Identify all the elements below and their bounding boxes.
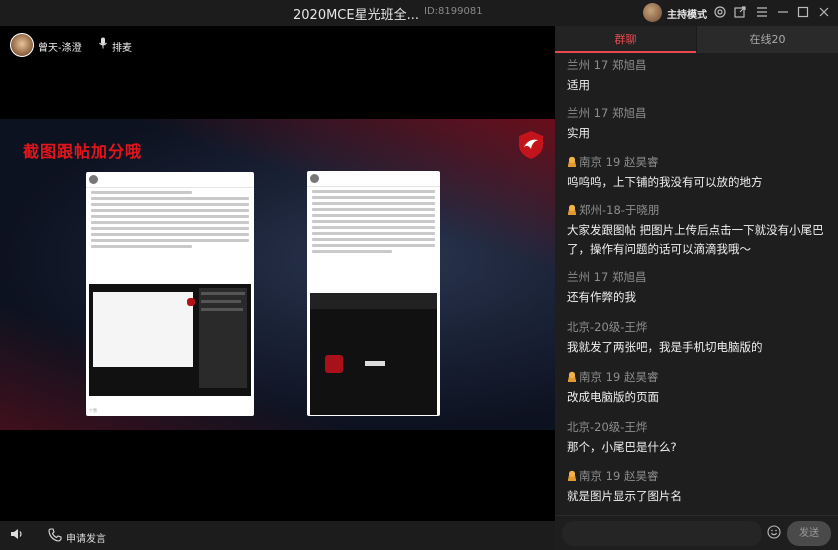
message-author: 南京 19 赵昊睿 xyxy=(567,154,829,170)
message-author: 北京-20级-王烨 xyxy=(567,420,648,434)
teacher-badge-icon xyxy=(567,470,577,481)
tab-group-chat[interactable]: 群聊 xyxy=(555,26,696,53)
slide-title: 截图跟帖加分哦 xyxy=(23,142,143,161)
teacher-badge-icon xyxy=(567,156,577,167)
message-author: 郑州-18-于晓朋 xyxy=(567,202,829,218)
teacher-badge-icon xyxy=(567,204,577,215)
queue-mic-button[interactable]: 排麦 xyxy=(112,39,132,54)
message-author: 南京 19 赵昊睿 xyxy=(567,468,829,484)
message-text: 还有作弊的我 xyxy=(567,290,636,304)
message-item: 兰州 17 郑旭昌 实用 xyxy=(567,105,829,143)
message-author: 兰州 17 郑旭昌 xyxy=(567,270,647,284)
message-author: 兰州 17 郑旭昌 xyxy=(567,58,647,72)
chat-input[interactable] xyxy=(562,521,762,546)
message-item: 北京-20级-王烨 我就发了两张吧，我是手机切电脑版的 xyxy=(567,319,829,357)
card-footer: 个赞 xyxy=(89,408,97,413)
message-item: 南京 19 赵昊睿 改成电脑版的页面 xyxy=(567,369,829,407)
message-text: 我就发了两张吧，我是手机切电脑版的 xyxy=(567,340,763,354)
message-author: 南京 19 赵昊睿 xyxy=(567,369,829,385)
window-title: 2020MCE星光班全... xyxy=(293,8,419,23)
msi-logo-icon xyxy=(519,131,543,159)
card-header xyxy=(307,171,440,187)
message-item: 北京-20级-王烨 那个，小尾巴是什么? xyxy=(567,419,829,457)
host-mode-label[interactable]: 主持模式 xyxy=(667,6,707,21)
message-text: 那个，小尾巴是什么? xyxy=(567,440,677,454)
chat-tabs: 群聊 在线20 xyxy=(555,26,838,53)
screenshot-card-1: 个赞 xyxy=(86,172,254,416)
chat-panel: 群聊 在线20 兰州 17 郑旭昌 适用 兰州 17 郑旭昌 实用 南京 19 … xyxy=(555,26,838,550)
send-button[interactable]: 发送 xyxy=(787,521,831,546)
settings-icon[interactable] xyxy=(713,5,727,19)
phone-icon[interactable] xyxy=(48,528,62,545)
card-avatar xyxy=(310,174,319,183)
message-item: 兰州 17 郑旭昌 还有作弊的我 xyxy=(567,269,829,307)
emoji-icon[interactable] xyxy=(767,525,781,543)
title-bar: 2020MCE星光班全... ID:8199081 主持模式 xyxy=(0,0,838,26)
tab-online[interactable]: 在线20 xyxy=(697,26,838,53)
teacher-badge-icon xyxy=(567,371,577,382)
card-avatar xyxy=(89,175,98,184)
speaker-icon[interactable] xyxy=(10,528,24,543)
share-icon[interactable] xyxy=(733,5,747,19)
message-text: 改成电脑版的页面 xyxy=(567,390,659,404)
chat-input-area: 发送 xyxy=(555,515,838,550)
message-item: 郑州-18-于晓朋 大家发跟图帖 把图片上传后点击一下就没有小尾巴了，操作有问题… xyxy=(567,202,829,259)
message-text: 呜呜呜，上下铺的我没有可以放的地方 xyxy=(567,175,763,189)
presenter-name: 曾天-涤澄 xyxy=(38,43,82,54)
close-icon[interactable] xyxy=(817,5,831,19)
minimize-icon[interactable] xyxy=(776,5,790,19)
message-item: 兰州 17 郑旭昌 适用 xyxy=(567,57,829,95)
message-author: 兰州 17 郑旭昌 xyxy=(567,106,647,120)
card-screenshot xyxy=(310,293,437,415)
card-screenshot xyxy=(89,284,251,396)
maximize-icon[interactable] xyxy=(796,5,810,19)
shared-slide: 截图跟帖加分哦 个赞 xyxy=(0,119,555,430)
card-header xyxy=(86,172,254,188)
message-text: 实用 xyxy=(567,126,590,140)
message-text: 就是图片显示了图片名 xyxy=(567,489,682,503)
screenshot-card-2 xyxy=(307,171,440,416)
presenter-bar: 曾天-涤澄 排麦 xyxy=(0,26,555,62)
microphone-icon[interactable] xyxy=(98,37,108,52)
host-avatar[interactable] xyxy=(643,3,662,22)
menu-icon[interactable] xyxy=(755,5,769,19)
message-text: 大家发跟图帖 把图片上传后点击一下就没有小尾巴了，操作有问题的话可以滴滴我哦～ xyxy=(567,223,824,256)
presenter-avatar[interactable] xyxy=(10,33,34,57)
message-item: 南京 19 赵昊睿 呜呜呜，上下铺的我没有可以放的地方 xyxy=(567,154,829,192)
bottom-toolbar: 申请发言 xyxy=(0,521,555,550)
apply-speak-button[interactable]: 申请发言 xyxy=(66,530,106,545)
message-author: 北京-20级-王烨 xyxy=(567,320,648,334)
message-text: 适用 xyxy=(567,78,590,92)
message-item: 南京 19 赵昊睿 就是图片显示了图片名 xyxy=(567,468,829,506)
room-id: ID:8199081 xyxy=(424,6,483,17)
message-list[interactable]: 兰州 17 郑旭昌 适用 兰州 17 郑旭昌 实用 南京 19 赵昊睿 呜呜呜，… xyxy=(555,55,838,515)
